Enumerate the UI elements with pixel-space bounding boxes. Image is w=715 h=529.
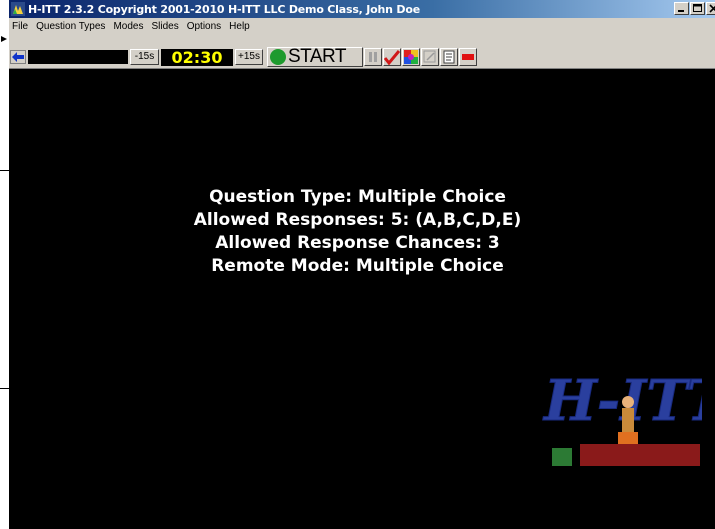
window-controls — [673, 2, 715, 15]
stop-icon — [462, 54, 474, 60]
checkmark-icon — [384, 50, 400, 65]
document-icon — [443, 50, 455, 64]
allowed-responses-text: Allowed Responses: 5: (A,B,C,D,E) — [193, 210, 522, 230]
menu-modes[interactable]: Modes — [109, 21, 147, 32]
question-info: Question Type: Multiple Choice Allowed R… — [9, 186, 715, 278]
start-button-label: START — [288, 46, 347, 67]
toolbar: -15s 02:30 +15s START — [9, 35, 715, 69]
menu-bar: File Question Types Modes Slides Options… — [9, 18, 715, 35]
colorful-chart-icon — [404, 50, 418, 64]
pause-icon — [369, 52, 377, 62]
stop-button[interactable] — [459, 48, 477, 66]
plus-15s-button[interactable]: +15s — [235, 49, 263, 65]
menu-question-types[interactable]: Question Types — [32, 21, 109, 32]
menu-options[interactable]: Options — [183, 21, 225, 32]
status-strip — [28, 50, 128, 64]
edit-button[interactable] — [421, 48, 439, 66]
close-icon — [709, 4, 715, 13]
maximize-icon — [693, 4, 702, 12]
document-button[interactable] — [440, 48, 458, 66]
start-button[interactable]: START — [267, 46, 363, 67]
maximize-button[interactable] — [690, 2, 705, 15]
gutter-mark — [0, 170, 9, 171]
minimize-icon — [678, 10, 684, 12]
hitt-logo: H-ITT — [542, 368, 702, 466]
timer-display: 02:30 — [161, 49, 233, 66]
gutter-mark — [0, 388, 9, 389]
menu-file[interactable]: File — [9, 21, 32, 32]
start-dot-icon — [270, 49, 286, 65]
minus-15s-button[interactable]: -15s — [130, 49, 159, 65]
grade-button[interactable] — [383, 48, 401, 66]
remote-mode-text: Remote Mode: Multiple Choice — [211, 256, 504, 276]
window-title: H-ITT 2.3.2 Copyright 2001-2010 H-ITT LL… — [28, 2, 420, 16]
arrow-left-icon — [12, 52, 24, 62]
app-window: H-ITT 2.3.2 Copyright 2001-2010 H-ITT LL… — [9, 0, 715, 529]
menu-slides[interactable]: Slides — [147, 21, 182, 32]
gutter-arrow-icon — [1, 36, 7, 42]
edit-icon — [423, 50, 436, 63]
title-bar[interactable]: H-ITT 2.3.2 Copyright 2001-2010 H-ITT LL… — [9, 0, 715, 18]
question-type-text: Question Type: Multiple Choice — [209, 187, 506, 207]
chart-button[interactable] — [402, 48, 420, 66]
close-button[interactable] — [706, 2, 715, 15]
menu-help[interactable]: Help — [225, 21, 254, 32]
app-icon — [11, 2, 25, 16]
back-button[interactable] — [10, 50, 26, 64]
minimize-button[interactable] — [674, 2, 689, 15]
response-chances-text: Allowed Response Chances: 3 — [215, 233, 500, 253]
pause-button[interactable] — [364, 48, 382, 66]
